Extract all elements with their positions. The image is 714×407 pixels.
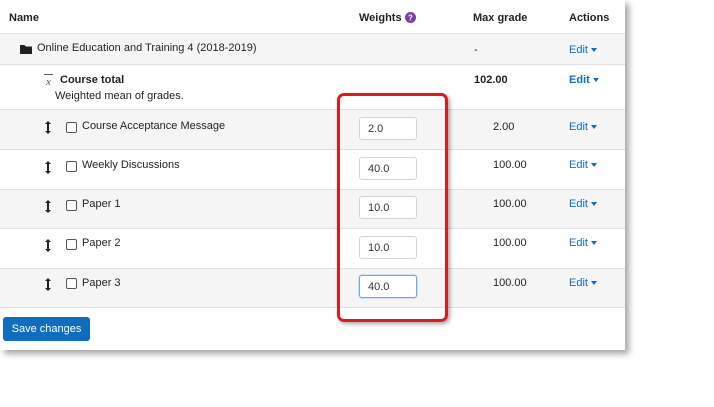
grade-item-row: Weekly Discussions 100.00 Edit — [0, 149, 625, 189]
item-max-grade: 100.00 — [493, 159, 527, 171]
folder-icon — [20, 45, 32, 54]
caret-down-icon — [590, 281, 597, 286]
item-edit-menu[interactable]: Edit — [569, 121, 597, 133]
help-icon[interactable]: ? — [405, 12, 416, 23]
edit-label: Edit — [569, 121, 588, 133]
item-name: Paper 3 — [82, 277, 121, 289]
caret-down-icon — [590, 125, 597, 130]
item-checkbox[interactable] — [66, 278, 77, 289]
course-total-label: Course total — [60, 74, 125, 86]
edit-label: Edit — [569, 74, 590, 86]
category-edit-menu[interactable]: Edit — [569, 44, 597, 56]
xbar-mean-icon: x — [44, 74, 53, 86]
save-changes-button[interactable]: Save changes — [3, 317, 90, 341]
header-max-grade: Max grade — [473, 12, 528, 24]
course-total-edit-menu[interactable]: Edit — [569, 74, 599, 86]
grade-item-row: Paper 2 100.00 Edit — [0, 228, 625, 268]
gradebook-setup-panel: Name Weights ? Max grade Actions Online … — [0, 0, 625, 350]
table-header: Name Weights ? Max grade Actions — [0, 0, 625, 34]
header-name: Name — [9, 12, 39, 24]
item-max-grade: 100.00 — [493, 198, 527, 210]
item-name: Paper 2 — [82, 237, 121, 249]
move-vertical-icon[interactable] — [44, 121, 52, 134]
weights-highlight-annotation — [337, 93, 448, 322]
item-checkbox[interactable] — [66, 239, 77, 250]
course-total-row: x Course total Weighted mean of grades. … — [0, 64, 625, 109]
item-name: Course Acceptance Message — [82, 120, 226, 132]
item-max-grade: 2.00 — [493, 121, 515, 133]
item-checkbox[interactable] — [66, 200, 77, 211]
item-max-grade: 100.00 — [493, 277, 527, 289]
move-vertical-icon[interactable] — [44, 239, 52, 252]
edit-label: Edit — [569, 159, 588, 171]
move-vertical-icon[interactable] — [44, 161, 52, 174]
caret-down-icon — [592, 78, 599, 83]
item-edit-menu[interactable]: Edit — [569, 277, 597, 289]
edit-label: Edit — [569, 44, 588, 56]
edit-label: Edit — [569, 198, 588, 210]
item-max-grade: 100.00 — [493, 237, 527, 249]
item-edit-menu[interactable]: Edit — [569, 159, 597, 171]
category-name: Online Education and Training 4 (2018-20… — [37, 42, 257, 54]
caret-down-icon — [590, 163, 597, 168]
course-total-max-grade: 102.00 — [474, 74, 508, 86]
item-name: Weekly Discussions — [82, 159, 180, 171]
caret-down-icon — [590, 241, 597, 246]
grade-item-row: Paper 1 100.00 Edit — [0, 189, 625, 228]
header-weights: Weights — [359, 12, 402, 24]
svg-text:x: x — [45, 76, 51, 86]
move-vertical-icon[interactable] — [44, 278, 52, 291]
item-checkbox[interactable] — [66, 122, 77, 133]
course-total-aggregation: Weighted mean of grades. — [55, 90, 184, 102]
table-bottom-divider — [0, 307, 625, 308]
grade-item-row: Paper 3 100.00 Edit — [0, 268, 625, 307]
svg-text:?: ? — [408, 14, 413, 23]
caret-down-icon — [590, 202, 597, 207]
category-max-grade: - — [474, 44, 478, 56]
item-edit-menu[interactable]: Edit — [569, 198, 597, 210]
edit-label: Edit — [569, 277, 588, 289]
item-edit-menu[interactable]: Edit — [569, 237, 597, 249]
grade-item-row: Course Acceptance Message 2.00 Edit — [0, 109, 625, 149]
move-vertical-icon[interactable] — [44, 200, 52, 213]
item-name: Paper 1 — [82, 198, 121, 210]
caret-down-icon — [590, 48, 597, 53]
header-actions: Actions — [569, 12, 610, 24]
item-checkbox[interactable] — [66, 161, 77, 172]
edit-label: Edit — [569, 237, 588, 249]
category-row: Online Education and Training 4 (2018-20… — [0, 33, 625, 64]
